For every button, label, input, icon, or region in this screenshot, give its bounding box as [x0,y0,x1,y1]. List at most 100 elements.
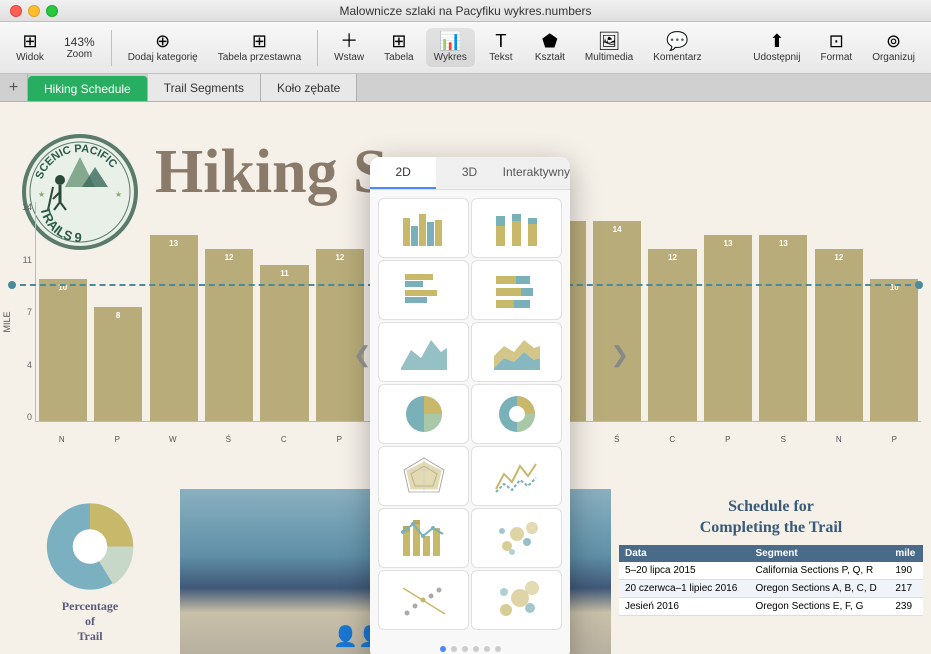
pivot-table-button[interactable]: ⊞ Tabela przestawna [210,28,309,67]
chart-option-pie[interactable] [378,384,469,444]
bar-value: 10 [890,281,899,292]
chart-label: Wykres [434,52,467,63]
media-button[interactable]: 🖼 Multimedia [577,28,641,67]
schedule-table: Data Segment mile 5–20 lipca 2015Califor… [619,545,923,616]
share-icon: ⬆ [769,32,784,50]
chart-option-bubble[interactable] [471,570,562,630]
dot-3[interactable] [462,646,468,652]
table-cell: 5–20 lipca 2015 [619,562,750,580]
bar[interactable]: 12 [205,249,253,421]
add-tab-button[interactable]: + [0,74,28,101]
tab-2d-label: 2D [395,165,410,179]
x-label: S [757,435,811,444]
bar-value: 11 [280,267,288,278]
picker-arrow-left[interactable]: ❮ [353,342,371,368]
radar-chart-icon [399,454,449,498]
chart-option-scatter[interactable] [471,508,562,568]
shape-label: Kształt [535,52,565,63]
dot-1[interactable] [440,646,446,652]
chart-option-radar[interactable] [378,446,469,506]
bar[interactable]: 8 [94,307,142,421]
pie-chart-svg [35,499,145,594]
chart-option-area-stacked[interactable] [471,322,562,382]
comment-button[interactable]: 💬 Komentarz [645,28,709,67]
tab-3d-label: 3D [462,165,477,179]
tab-hiking-schedule[interactable]: Hiking Schedule [28,76,148,101]
bar[interactable]: 11 [260,265,308,421]
table-cell: Oregon Sections E, F, G [750,597,890,615]
bar-group: 11 [258,265,311,421]
bar[interactable]: 12 [815,249,863,421]
bar[interactable]: 14 [593,221,641,421]
chart-option-hbar-grouped[interactable] [378,260,469,320]
dot-6[interactable] [495,646,501,652]
shape-button[interactable]: ⬟ Kształt [527,28,573,67]
column-mixed-icon [399,516,449,560]
bar-group: 12 [202,249,255,421]
schedule-title: Schedule for Completing the Trail [619,497,923,539]
format-button[interactable]: ⊡ Format [813,28,861,67]
dot-2[interactable] [451,646,457,652]
share-button[interactable]: ⬆ Udostępnij [745,28,808,67]
col-header-mile: mile [889,545,923,562]
maximize-button[interactable] [46,5,58,17]
bar-group: 13 [701,235,754,421]
chart-option-line[interactable] [471,446,562,506]
bar[interactable]: 13 [704,235,752,421]
view-button[interactable]: ⊞ Widok [8,28,52,67]
tab-2d[interactable]: 2D [370,157,436,189]
tab-interactive[interactable]: Interaktywny [503,157,570,189]
x-label: Ś [202,435,256,444]
add-tab-icon: + [9,79,18,97]
tab-bar: + Hiking Schedule Trail Segments Koło zę… [0,74,931,102]
separator-1 [111,30,112,66]
tab-3d[interactable]: 3D [436,157,502,189]
bar[interactable]: 12 [648,249,696,421]
chart-button[interactable]: 📊 Wykres [426,28,475,67]
zoom-control[interactable]: 143% Zoom [56,33,103,62]
x-label: P [91,435,145,444]
dot-5[interactable] [484,646,490,652]
bar[interactable]: 13 [150,235,198,421]
tab-trail-segments[interactable]: Trail Segments [148,74,261,101]
table-button[interactable]: ⊞ Tabela [376,28,421,67]
dotplot-icon [399,578,449,622]
chart-option-stacked-bar[interactable] [471,198,562,258]
bar-group: 13 [757,235,810,421]
shape-icon: ⬟ [542,32,558,50]
bar-group: 12 [313,249,366,421]
picker-arrow-right[interactable]: ❯ [611,342,629,368]
table-cell: 217 [889,579,923,597]
chart-option-hbar-stacked[interactable] [471,260,562,320]
close-button[interactable] [10,5,22,17]
bar[interactable]: 13 [759,235,807,421]
chart-option-donut[interactable] [471,384,562,444]
toolbar: ⊞ Widok 143% Zoom ⊕ Dodaj kategorię ⊞ Ta… [0,22,931,74]
chart-option-dotplot[interactable] [378,570,469,630]
x-label: Ś [590,435,644,444]
bar-group: 13 [147,235,200,421]
bar[interactable]: 10 [870,279,918,421]
bubble-chart-icon [492,578,542,622]
text-label: Tekst [489,52,512,63]
bar-value: 14 [613,223,622,234]
table-cell: 190 [889,562,923,580]
bar-value: 12 [335,251,344,262]
minimize-button[interactable] [28,5,40,17]
bar-group: 8 [91,307,144,421]
schedule-title-line1: Schedule for [728,498,814,515]
bar[interactable]: 12 [316,249,364,421]
tab-kolo-label: Koło zębate [277,81,340,95]
dot-4[interactable] [473,646,479,652]
chart-option-column-mixed[interactable] [378,508,469,568]
text-button[interactable]: T Tekst [479,28,523,67]
bar[interactable]: 10 [39,279,87,421]
chart-option-grouped-bar[interactable] [378,198,469,258]
tab-kolo-zebate[interactable]: Koło zębate [261,74,357,101]
insert-button[interactable]: ＋ Wstaw [326,28,372,67]
hbar-stacked-icon [492,268,542,312]
x-label: W [146,435,200,444]
add-category-button[interactable]: ⊕ Dodaj kategorię [120,28,206,67]
chart-option-area[interactable] [378,322,469,382]
organize-button[interactable]: ⊚ Organizuj [864,28,923,67]
